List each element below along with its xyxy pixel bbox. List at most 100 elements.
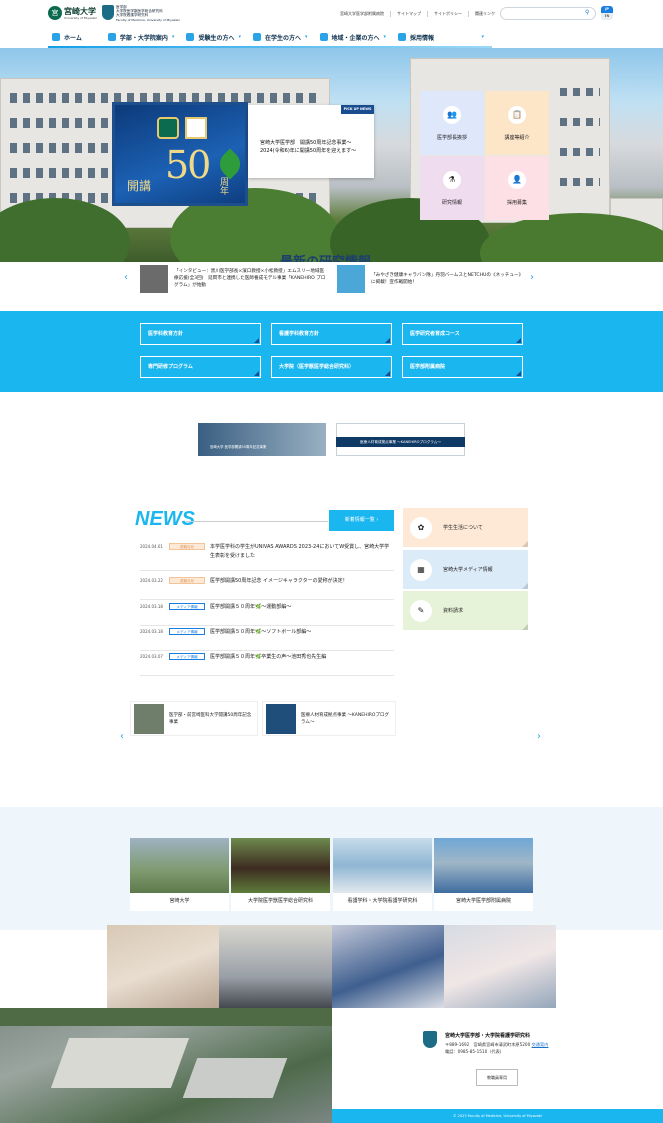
band-link[interactable]: 医学研究者育成コース bbox=[402, 323, 523, 345]
news-tag: お知らせ bbox=[169, 577, 205, 584]
band-link[interactable]: 看護学科教育方針 bbox=[271, 323, 392, 345]
language-switch[interactable]: JP EN bbox=[601, 6, 613, 20]
news-more-button[interactable]: 新着情報一覧 › bbox=[329, 510, 394, 531]
anniversary-banner-text: 宮崎大学 医学部開講50周年記念事業 bbox=[210, 445, 267, 449]
search-input[interactable] bbox=[500, 7, 596, 20]
institution-photo bbox=[231, 838, 330, 893]
chevron-down-icon: ▾ bbox=[304, 34, 308, 40]
news-item[interactable]: 2024.03.18 メディア情報 医学部開講５０周年🌿～運動部編～ bbox=[140, 601, 394, 626]
pickup-news-tag: PICK UP NEWS bbox=[341, 105, 374, 114]
tile-label: 講座等紹介 bbox=[504, 134, 530, 141]
photo-nursing bbox=[107, 925, 219, 1011]
faculty-shield-icon[interactable] bbox=[102, 5, 114, 20]
university-emblem-icon bbox=[157, 117, 179, 139]
home-icon bbox=[52, 33, 60, 41]
link-related[interactable]: 関連リンク bbox=[475, 11, 501, 17]
slider-prev-icon[interactable]: ‹ bbox=[120, 731, 124, 742]
slider-next-icon[interactable]: › bbox=[530, 272, 534, 283]
utility-links: 宮崎大学医学部附属病院 サイトマップ サイトポリシー 関連リンク bbox=[340, 11, 501, 17]
kanehiro-banner-text: 医療人材育成拠点事業 ～KANEHIROプログラム～ bbox=[336, 437, 465, 447]
institution-photo bbox=[434, 838, 533, 893]
faculty-name-block[interactable]: 医学部 大学院医学獣医学総合研究科 大学院看護学研究科 Faculty of M… bbox=[116, 5, 180, 22]
institution-label: 看護学科・大学院看護学研究科 bbox=[347, 898, 418, 904]
slider-card[interactable]: 医療人材育成拠点事業 ～KANEHIROプログラム～ bbox=[262, 701, 396, 736]
side-link-student-life[interactable]: ✿ 学生生活について bbox=[403, 508, 528, 547]
lang-jp[interactable]: JP bbox=[601, 6, 613, 13]
side-link-label: 学生生活について bbox=[443, 525, 483, 531]
university-logo-icon[interactable]: 宮 bbox=[48, 6, 62, 20]
tile-icon: ⚗ bbox=[443, 170, 461, 189]
research-card[interactable]: 「インタビュー：黒川医学部長×濱口教授×小松教授」エムスリー地域医療応援(全3回… bbox=[138, 262, 328, 295]
search-icon[interactable]: ⚲ bbox=[585, 9, 589, 16]
news-item[interactable]: 2024.03.22 お知らせ 医学部開講50周年記念 イメージキャラクターの愛… bbox=[140, 575, 394, 600]
tile-recruitment[interactable]: 👤 採用募集 bbox=[485, 156, 549, 220]
nav-students[interactable]: 在学生の方へ ▾ bbox=[249, 28, 316, 46]
document-icon: ✎ bbox=[410, 599, 432, 622]
link-sitemap[interactable]: サイトマップ bbox=[397, 11, 428, 17]
band-link[interactable]: 専門研修プログラム bbox=[140, 356, 261, 378]
chevron-down-icon: ▾ bbox=[481, 34, 484, 40]
band-link[interactable]: 大学院（医学獣医学総合研究科） bbox=[271, 356, 392, 378]
anniversary-50-banner[interactable]: 50 開講 周年 bbox=[112, 102, 248, 206]
tile-departments[interactable]: 📋 講座等紹介 bbox=[485, 91, 549, 155]
institutions-section bbox=[0, 807, 663, 930]
research-card[interactable]: 「みやざき健康キャラバン隊」丹羽バームスとNETCHUの《ネッチュー》に掲載！宣… bbox=[335, 262, 523, 295]
news-date: 2024.03.07 bbox=[140, 654, 163, 659]
band-link[interactable]: 医学部附属病院 bbox=[402, 356, 523, 378]
lang-en[interactable]: EN bbox=[605, 14, 610, 18]
tile-label: 医学部長挨拶 bbox=[436, 134, 467, 141]
link-site-policy[interactable]: サイトポリシー bbox=[434, 11, 469, 17]
tile-icon: 📋 bbox=[508, 105, 526, 124]
side-link-label: 宮崎大学メディア情報 bbox=[443, 567, 493, 573]
tile-dean-greeting[interactable]: 👥 医学部長挨拶 bbox=[420, 91, 484, 155]
news-tag: メディア情報 bbox=[169, 603, 205, 610]
nav-recruit[interactable]: 採用情報 ▾ bbox=[394, 28, 492, 46]
student-life-icon: ✿ bbox=[410, 516, 432, 539]
tile-icon: 👤 bbox=[508, 170, 526, 189]
university-logo-subtext: University of Miyazaki bbox=[64, 16, 97, 20]
access-link[interactable]: 交通案内 bbox=[532, 1042, 549, 1047]
side-link-brochure[interactable]: ✎ 資料請求 bbox=[403, 591, 528, 630]
news-item[interactable]: 2024.04.01 お知らせ 本学医学科の学生がUNIVAS AWARDS 2… bbox=[140, 541, 394, 571]
news-item[interactable]: 2024.03.07 メディア情報 医学部開講５０周年🌿卒業生の声～池田秀也先生… bbox=[140, 651, 394, 676]
side-link-label: 資料請求 bbox=[443, 608, 464, 614]
nav-community[interactable]: 地域・企業の方へ ▾ bbox=[316, 28, 395, 46]
link-hospital[interactable]: 宮崎大学医学部附属病院 bbox=[340, 11, 391, 17]
nav-home[interactable]: ホーム bbox=[48, 28, 104, 46]
footer-name: 宮崎大学医学部・大学院看護学研究科 bbox=[445, 1033, 531, 1039]
news-divider bbox=[186, 521, 328, 522]
staff-only-button[interactable]: 教職員専用 bbox=[476, 1069, 518, 1086]
research-slider bbox=[0, 262, 663, 311]
institution-card[interactable]: 看護学科・大学院看護学研究科 bbox=[333, 838, 432, 911]
slider-prev-icon[interactable]: ‹ bbox=[124, 272, 128, 283]
band-link[interactable]: 医学科教育方針 bbox=[140, 323, 261, 345]
pickup-news-text[interactable]: 宮崎大学医学部 開講50周年記念事業～2024(令和6)年に開講50周年を迎えま… bbox=[260, 139, 370, 155]
slider-thumbnail bbox=[266, 703, 296, 734]
anniversary-banner[interactable] bbox=[198, 423, 326, 456]
news-title: 本学医学科の学生がUNIVAS AWARDS 2023-24においてW受賞し、宮… bbox=[210, 544, 390, 559]
institution-card[interactable]: 宮崎大学 bbox=[130, 838, 229, 911]
news-tag: メディア情報 bbox=[169, 628, 205, 635]
chevron-down-icon: ▾ bbox=[238, 34, 241, 40]
program-links-band: 医学科教育方針 看護学科教育方針 医学研究者育成コース 専門研修プログラム 大学… bbox=[0, 311, 663, 392]
photo-training bbox=[332, 925, 444, 1011]
handshake-icon bbox=[319, 33, 328, 41]
slider-thumbnail bbox=[134, 703, 164, 734]
nav-label: 学部・大学院案内 bbox=[119, 34, 168, 42]
nav-applicants[interactable]: 受験生の方へ ▾ bbox=[182, 28, 249, 46]
tile-research[interactable]: ⚗ 研究情報 bbox=[420, 156, 484, 220]
slider-card[interactable]: 医学部・前宮崎医科大学開講50周年記念事業 bbox=[130, 701, 258, 736]
institution-card[interactable]: 大学院医学獣医学総合研究科 bbox=[231, 838, 330, 911]
chevron-down-icon: ▾ bbox=[383, 34, 387, 40]
nav-label: 在学生の方へ bbox=[264, 34, 301, 42]
research-card-text: 「みやざき健康キャラバン隊」丹羽バームスとNETCHUの《ネッチュー》に掲載！宣… bbox=[371, 272, 521, 285]
news-title: 医学部開講50周年記念 イメージキャラクターの愛称が決定！ bbox=[210, 578, 348, 584]
news-item[interactable]: 2024.03.18 メディア情報 医学部開講５０周年🌿～ソフトボール部編～ bbox=[140, 626, 394, 651]
institution-card[interactable]: 宮崎大学医学部附属病院 bbox=[434, 838, 533, 911]
slider-card-text: 医学部・前宮崎医科大学開講50周年記念事業 bbox=[169, 712, 252, 725]
nav-programs[interactable]: 学部・大学院案内 ▾ bbox=[104, 28, 183, 46]
news-date: 2024.03.18 bbox=[140, 604, 163, 609]
footer-shield-icon bbox=[423, 1031, 437, 1048]
slider-next-icon[interactable]: › bbox=[537, 731, 541, 742]
side-link-media[interactable]: ▦ 宮崎大学メディア情報 bbox=[403, 550, 528, 589]
